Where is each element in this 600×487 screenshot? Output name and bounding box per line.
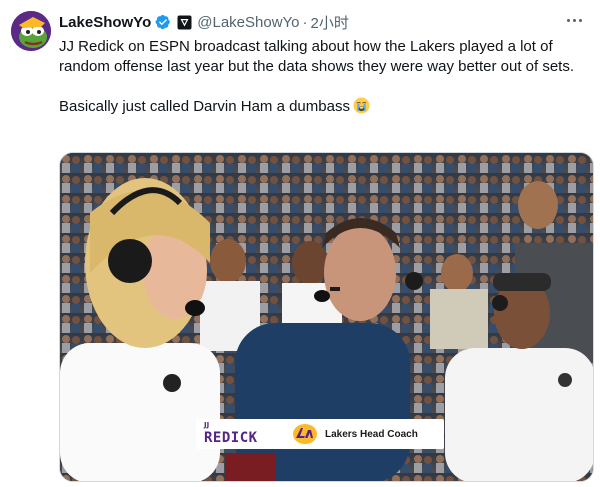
avatar[interactable] [11,11,51,51]
lower-third-first-name: JJ [204,421,210,429]
lower-third-name: JJ REDICK [196,419,292,449]
tweet-text-paragraph-2: Basically just called Darvin Ham a dumba… [59,97,589,117]
tweet-text: JJ Redick on ESPN broadcast talking abou… [59,37,589,117]
display-name[interactable]: LakeShowYo [59,14,151,31]
tweet-header: LakeShowYo @LakeShowYo · 2小时 [59,12,349,32]
verified-badge-icon[interactable] [155,14,171,30]
lower-third-graphic: JJ REDICK Lakers Head Coach [196,419,444,449]
handle[interactable]: @LakeShowYo [197,14,299,31]
tweet-text-paragraph-1: JJ Redick on ESPN broadcast talking abou… [59,38,575,75]
loudly-crying-face-icon [353,97,370,114]
lower-third-title: Lakers Head Coach [325,428,418,440]
tweet-text-line-2: Basically just called Darvin Ham a dumba… [59,98,350,115]
tweet-media-image[interactable]: JJ REDICK Lakers Head Coach [59,152,594,482]
separator-dot: · [302,13,308,31]
lakers-logo-icon [292,422,318,446]
lower-third-last-name: REDICK [204,430,258,446]
affiliate-badge-icon[interactable] [177,15,192,30]
timestamp[interactable]: 2小时 [311,12,349,33]
more-options-icon[interactable] [562,10,586,30]
